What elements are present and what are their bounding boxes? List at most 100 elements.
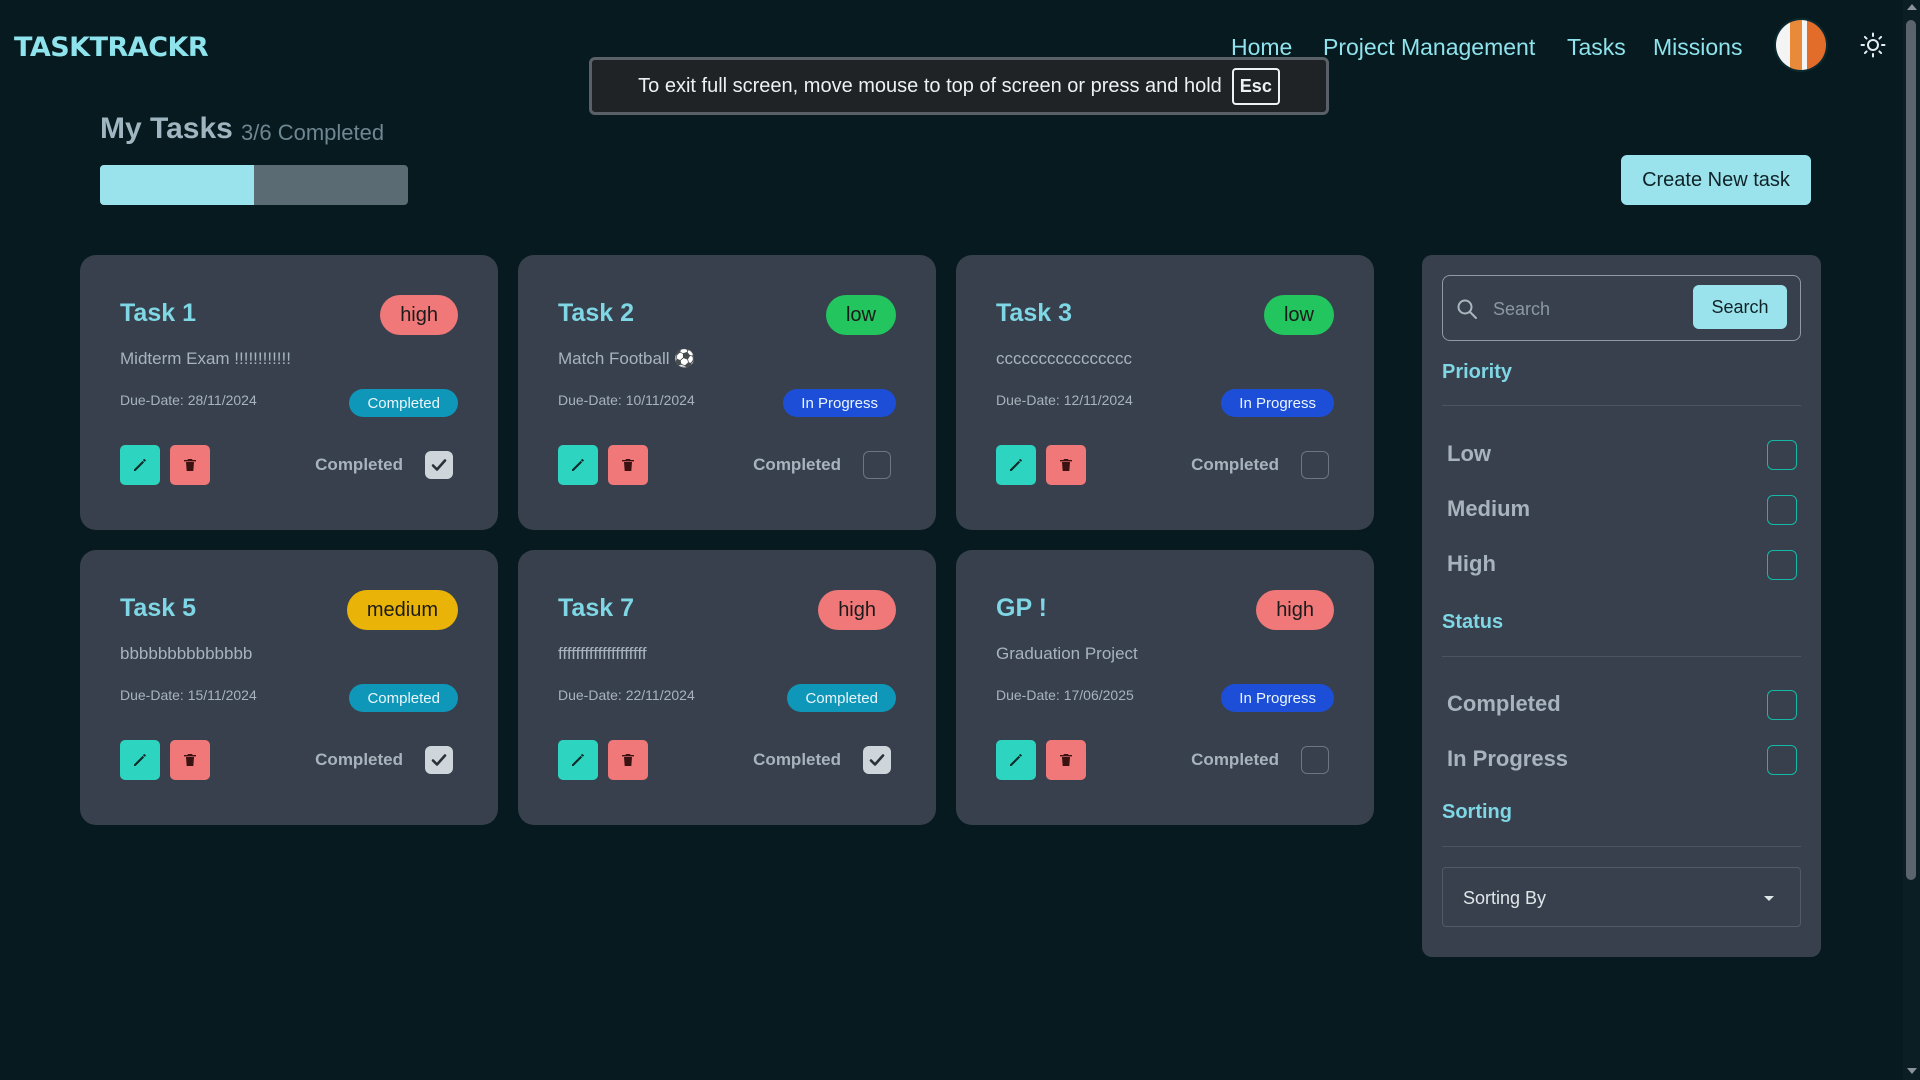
search-icon	[1456, 298, 1478, 325]
delete-button[interactable]	[170, 445, 210, 485]
filter-checkbox-low[interactable]	[1767, 440, 1797, 470]
task-description: ffffffffffffffffffff	[558, 644, 647, 663]
pencil-icon	[134, 754, 146, 766]
task-description: Match Football ⚽	[558, 349, 696, 368]
scroll-up-arrow[interactable]	[1907, 4, 1917, 10]
completed-label: Completed	[315, 455, 403, 474]
page-title: My Tasks	[100, 112, 233, 145]
sorting-value: Sorting By	[1463, 888, 1547, 908]
task-title[interactable]: GP !	[996, 594, 1047, 623]
sun-icon[interactable]	[1860, 32, 1886, 58]
task-title[interactable]: Task 1	[120, 299, 196, 328]
search-input[interactable]	[1491, 293, 1685, 325]
trash-icon	[184, 754, 196, 766]
trash-icon	[1060, 459, 1072, 471]
task-title[interactable]: Task 7	[558, 594, 634, 623]
nav-missions[interactable]: Missions	[1653, 34, 1742, 61]
completed-checkbox[interactable]	[425, 451, 453, 479]
filter-checkbox-high[interactable]	[1767, 550, 1797, 580]
filter-checkbox-in-progress[interactable]	[1767, 745, 1797, 775]
status-badge: Completed	[787, 684, 896, 712]
filter-label-low: Low	[1447, 441, 1491, 466]
scrollbar-thumb[interactable]	[1906, 20, 1916, 880]
completed-checkbox[interactable]	[425, 746, 453, 774]
edit-button[interactable]	[996, 740, 1036, 780]
caret-down-icon	[1764, 896, 1774, 901]
fullscreen-notice-text: To exit full screen, move mouse to top o…	[638, 74, 1222, 97]
check-icon	[869, 754, 885, 766]
sorting-section-title: Sorting	[1442, 801, 1512, 823]
status-badge: In Progress	[1221, 389, 1334, 417]
priority-badge: high	[818, 590, 896, 630]
delete-button[interactable]	[170, 740, 210, 780]
progress-fill	[100, 165, 254, 205]
scroll-down-arrow[interactable]	[1907, 1068, 1917, 1074]
task-title[interactable]: Task 2	[558, 299, 634, 328]
task-description: Midterm Exam !!!!!!!!!!!!	[120, 349, 291, 368]
filter-panel: Search Priority Low Medium High Status C…	[1422, 255, 1821, 957]
edit-button[interactable]	[558, 445, 598, 485]
completed-label: Completed	[753, 455, 841, 474]
edit-button[interactable]	[120, 445, 160, 485]
completed-checkbox[interactable]	[863, 746, 891, 774]
check-icon	[431, 459, 447, 471]
priority-section-title: Priority	[1442, 361, 1513, 383]
delete-button[interactable]	[608, 445, 648, 485]
delete-button[interactable]	[608, 740, 648, 780]
fullscreen-notice: To exit full screen, move mouse to top o…	[589, 57, 1329, 115]
completed-checkbox[interactable]	[863, 451, 891, 479]
task-description: bbbbbbbbbbbbbb	[120, 644, 253, 663]
priority-badge: medium	[346, 590, 458, 630]
task-card: Task 5 medium bbbbbbbbbbbbbb Due-Date: 1…	[80, 550, 498, 825]
completed-checkbox[interactable]	[1301, 451, 1329, 479]
avatar[interactable]	[1776, 20, 1826, 70]
completed-label: Completed	[315, 750, 403, 769]
completed-label: Completed	[753, 750, 841, 769]
trash-icon	[622, 754, 634, 766]
pencil-icon	[1010, 459, 1022, 471]
edit-button[interactable]	[120, 740, 160, 780]
pencil-icon	[1010, 754, 1022, 766]
task-due-date: Due-Date: 15/11/2024	[120, 687, 257, 703]
nav-project-management[interactable]: Project Management	[1323, 34, 1535, 61]
trash-icon	[622, 459, 634, 471]
divider	[1442, 846, 1801, 847]
status-badge: In Progress	[1221, 684, 1334, 712]
create-new-task-button[interactable]: Create New task	[1621, 155, 1811, 205]
delete-button[interactable]	[1046, 740, 1086, 780]
divider	[1442, 405, 1801, 406]
search-button[interactable]: Search	[1693, 285, 1787, 329]
priority-badge: high	[1256, 590, 1334, 630]
filter-label-completed: Completed	[1447, 691, 1561, 716]
delete-button[interactable]	[1046, 445, 1086, 485]
status-badge: Completed	[349, 389, 458, 417]
filter-checkbox-medium[interactable]	[1767, 495, 1797, 525]
task-due-date: Due-Date: 17/06/2025	[996, 687, 1134, 703]
task-due-date: Due-Date: 28/11/2024	[120, 392, 257, 408]
task-description: cccccccccccccccc	[996, 349, 1132, 368]
task-card: Task 2 low Match Football ⚽ Due-Date: 10…	[518, 255, 936, 530]
app-logo[interactable]: TASKTRACKR	[14, 32, 209, 63]
pencil-icon	[572, 459, 584, 471]
completed-checkbox[interactable]	[1301, 746, 1329, 774]
task-due-date: Due-Date: 12/11/2024	[996, 392, 1133, 408]
task-title[interactable]: Task 3	[996, 299, 1072, 328]
filter-checkbox-completed[interactable]	[1767, 690, 1797, 720]
status-badge: Completed	[349, 684, 458, 712]
task-due-date: Due-Date: 10/11/2024	[558, 392, 695, 408]
filter-label-in-progress: In Progress	[1447, 746, 1569, 771]
priority-badge: low	[825, 295, 896, 335]
edit-button[interactable]	[996, 445, 1036, 485]
task-card: GP ! high Graduation Project Due-Date: 1…	[956, 550, 1374, 825]
pencil-icon	[134, 459, 146, 471]
task-card: Task 3 low cccccccccccccccc Due-Date: 12…	[956, 255, 1374, 530]
edit-button[interactable]	[558, 740, 598, 780]
task-card: Task 7 high ffffffffffffffffffff Due-Dat…	[518, 550, 936, 825]
check-icon	[431, 754, 447, 766]
nav-tasks[interactable]: Tasks	[1567, 34, 1626, 61]
task-card: Task 1 high Midterm Exam !!!!!!!!!!!! Du…	[80, 255, 498, 530]
sorting-select[interactable]: Sorting By	[1442, 867, 1801, 927]
task-title[interactable]: Task 5	[120, 594, 196, 623]
trash-icon	[1060, 754, 1072, 766]
esc-key: Esc	[1231, 67, 1280, 105]
